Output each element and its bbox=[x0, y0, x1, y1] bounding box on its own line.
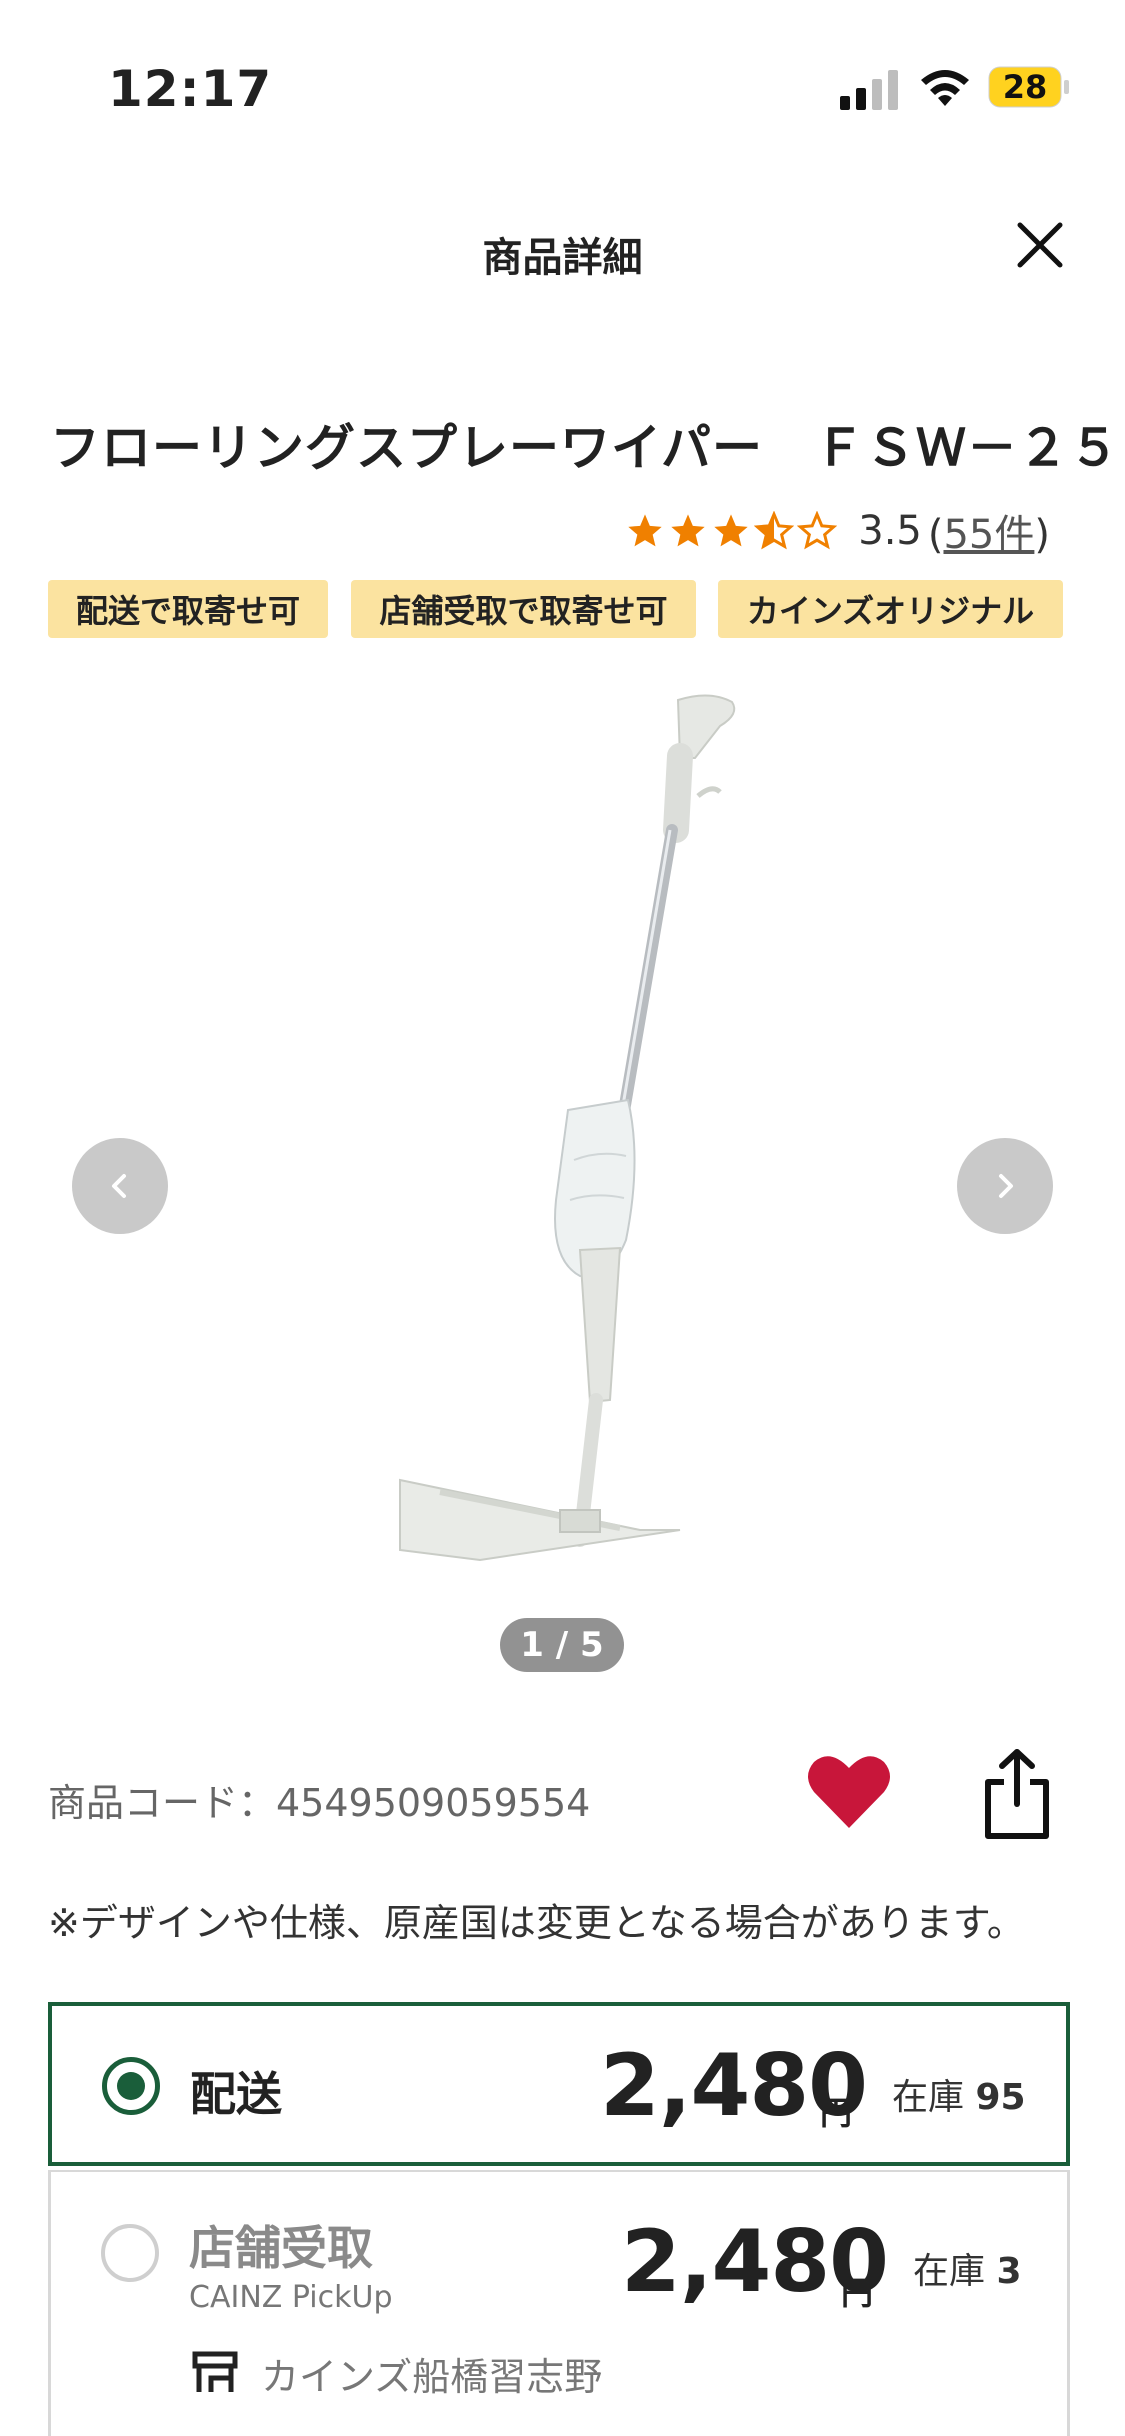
delivery-stock-label: 在庫 bbox=[892, 2077, 965, 2118]
option-store-pickup[interactable]: 店舗受取 CAINZ PickUp カインズ船橋習志野 2,480 円 在庫 3 bbox=[48, 2170, 1070, 2436]
chevron-left-icon bbox=[112, 1174, 126, 1198]
star-icon bbox=[714, 514, 748, 547]
radio-store-pickup[interactable] bbox=[101, 2224, 159, 2282]
pickup-price-unit: 円 bbox=[841, 2274, 874, 2312]
rating-stars bbox=[625, 511, 840, 551]
image-pager: 1 / 5 bbox=[500, 1618, 624, 1672]
delivery-stock-count: 95 bbox=[975, 2077, 1026, 2118]
radio-delivery-selected[interactable] bbox=[102, 2057, 160, 2115]
product-title: フローリングスプレーワイパー ＦＳＷ－２５ bbox=[50, 419, 1120, 477]
tag-delivery-order: 配送で取寄せ可 bbox=[48, 580, 328, 638]
product-image[interactable] bbox=[380, 680, 760, 1680]
pickup-stock: 在庫 3 bbox=[913, 2242, 1022, 2294]
tag-store-pickup-order: 店舗受取で取寄せ可 bbox=[351, 580, 696, 638]
store-icon bbox=[192, 2351, 238, 2392]
delivery-stock: 在庫 95 bbox=[892, 2068, 1026, 2120]
delivery-price-unit: 円 bbox=[820, 2094, 853, 2132]
star-icon bbox=[628, 514, 662, 547]
share-icon[interactable] bbox=[982, 1748, 1052, 1840]
battery-icon: 28 bbox=[988, 66, 1070, 108]
close-icon[interactable] bbox=[1010, 215, 1070, 275]
review-count[interactable]: (55件) bbox=[928, 502, 1050, 560]
option-delivery[interactable]: 配送 2,480 円 在庫 95 bbox=[48, 2002, 1070, 2166]
status-time: 12:17 bbox=[108, 60, 273, 118]
product-code: 商品コード：4549509059554 bbox=[48, 1781, 591, 1825]
review-count-link[interactable]: 55件 bbox=[943, 512, 1034, 558]
signal-icon bbox=[840, 70, 898, 110]
battery-level: 28 bbox=[1002, 68, 1048, 106]
image-prev-button[interactable] bbox=[72, 1138, 168, 1234]
star-half-icon bbox=[754, 511, 795, 550]
wifi-icon bbox=[921, 70, 969, 106]
option-pickup-sublabel: CAINZ PickUp bbox=[189, 2280, 393, 2315]
rating-value: 3.5 bbox=[858, 508, 922, 554]
star-icon bbox=[671, 514, 705, 547]
option-delivery-label: 配送 bbox=[190, 2067, 282, 2121]
design-note: ※デザインや仕様、原産国は変更となる場合があります。 bbox=[48, 1901, 1025, 1945]
pickup-store-name[interactable]: カインズ船橋習志野 bbox=[261, 2346, 602, 2401]
heart-icon[interactable] bbox=[806, 1752, 892, 1830]
page-title: 商品詳細 bbox=[482, 235, 643, 281]
rating-row: 3.5 (55件) bbox=[625, 502, 1050, 560]
tag-cainz-original: カインズオリジナル bbox=[718, 580, 1063, 638]
chevron-right-icon bbox=[999, 1174, 1013, 1198]
star-empty-icon bbox=[797, 511, 838, 550]
pickup-stock-count: 3 bbox=[996, 2251, 1022, 2292]
image-next-button[interactable] bbox=[957, 1138, 1053, 1234]
option-pickup-label: 店舗受取 bbox=[189, 2221, 373, 2275]
pickup-stock-label: 在庫 bbox=[913, 2251, 986, 2292]
